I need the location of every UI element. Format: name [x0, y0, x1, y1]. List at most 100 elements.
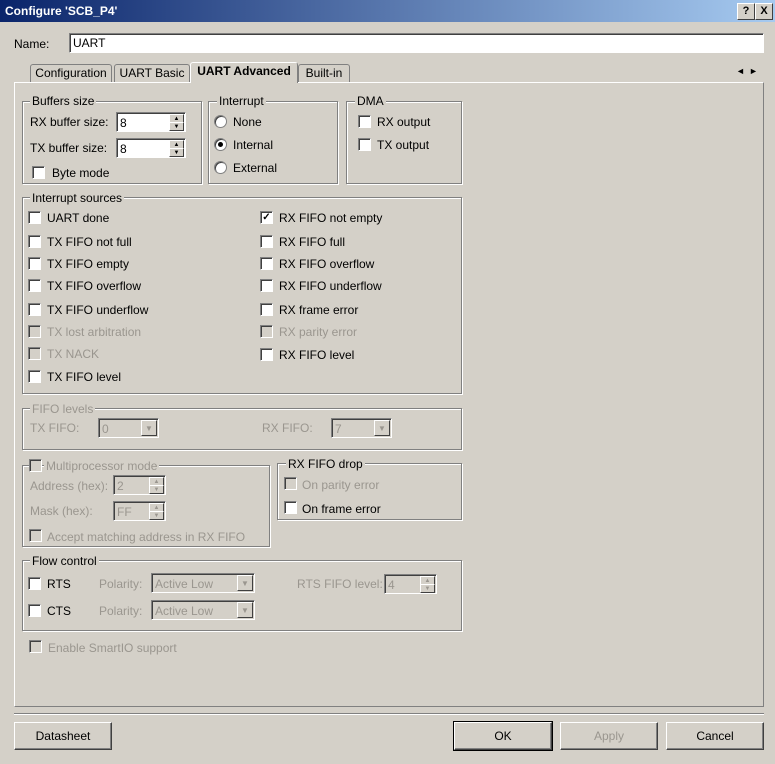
cts-polarity-combo[interactable]: Active Low ▼ — [151, 600, 255, 620]
rts-fifo-level-value: 4 — [388, 578, 395, 592]
spin-down-icon[interactable]: ▼ — [149, 511, 164, 520]
spin-down-icon[interactable]: ▼ — [169, 148, 184, 157]
rx-buffer-label: RX buffer size: — [30, 115, 109, 129]
mask-label: Mask (hex): — [30, 504, 93, 518]
accept-address-label: Accept matching address in RX FIFO — [47, 530, 246, 544]
interrupt-source-label: TX lost arbitration — [47, 325, 142, 339]
buffers-size-title: Buffers size — [30, 94, 97, 108]
multiprocessor-checkbox[interactable] — [29, 459, 42, 472]
flow-control-group — [22, 560, 462, 631]
dma-tx-output-label: TX output — [377, 138, 430, 152]
interrupt-external-radio[interactable] — [214, 161, 227, 174]
spin-down-icon[interactable]: ▼ — [420, 584, 435, 593]
dma-title: DMA — [355, 94, 386, 108]
spin-down-icon[interactable]: ▼ — [169, 122, 184, 131]
interrupt-source-label: TX FIFO overflow — [47, 279, 142, 293]
rts-polarity-label: Polarity: — [99, 577, 143, 591]
interrupt-source-label: RX FIFO full — [279, 235, 346, 249]
rts-checkbox[interactable] — [28, 577, 41, 590]
interrupt-source-label: TX FIFO underflow — [47, 303, 149, 317]
interrupt-source-checkbox[interactable] — [28, 370, 41, 383]
dma-tx-output-checkbox[interactable] — [358, 138, 371, 151]
chevron-down-icon[interactable]: ▼ — [237, 602, 253, 618]
interrupt-source-label: TX FIFO empty — [47, 257, 130, 271]
datasheet-button[interactable]: Datasheet — [14, 722, 112, 750]
tx-buffer-value: 8 — [120, 142, 127, 156]
close-button[interactable]: X — [755, 3, 773, 20]
interrupt-source-checkbox[interactable] — [28, 257, 41, 270]
chevron-down-icon[interactable]: ▼ — [237, 575, 253, 591]
spin-down-icon[interactable]: ▼ — [149, 485, 164, 494]
interrupt-source-label: RX FIFO underflow — [279, 279, 382, 293]
apply-button[interactable]: Apply — [560, 722, 658, 750]
interrupt-internal-radio[interactable] — [214, 138, 227, 151]
mask-value: FF — [117, 505, 132, 519]
interrupt-source-label: RX FIFO overflow — [279, 257, 375, 271]
interrupt-source-checkbox[interactable] — [260, 279, 273, 292]
tx-fifo-combo[interactable]: 0 ▼ — [98, 418, 159, 438]
interrupt-source-checkbox[interactable] — [28, 347, 41, 360]
ok-button[interactable]: OK — [453, 721, 553, 751]
dma-rx-output-checkbox[interactable] — [358, 115, 371, 128]
interrupt-none-radio[interactable] — [214, 115, 227, 128]
on-frame-error-checkbox[interactable] — [284, 501, 297, 514]
interrupt-source-checkbox[interactable] — [28, 235, 41, 248]
cts-polarity-value: Active Low — [155, 604, 214, 618]
interrupt-internal-label: Internal — [233, 138, 274, 152]
tx-buffer-spinbox[interactable]: 8 ▲ ▼ — [116, 138, 186, 158]
tx-buffer-label: TX buffer size: — [30, 141, 108, 155]
cts-checkbox[interactable] — [28, 604, 41, 617]
on-frame-error-label: On frame error — [302, 502, 381, 516]
tx-fifo-label: TX FIFO: — [30, 421, 80, 435]
on-parity-error-checkbox[interactable] — [284, 477, 297, 490]
rts-polarity-combo[interactable]: Active Low ▼ — [151, 573, 255, 593]
tab-built-in[interactable]: Built-in — [298, 64, 350, 82]
mask-spinbox[interactable]: FF ▲ ▼ — [113, 501, 166, 521]
interrupt-source-checkbox[interactable] — [260, 325, 273, 338]
rts-fifo-level-label: RTS FIFO level: — [297, 577, 383, 591]
interrupt-source-checkbox[interactable] — [260, 303, 273, 316]
interrupt-source-checkbox[interactable] — [28, 211, 41, 224]
interrupt-source-checkbox[interactable] — [28, 325, 41, 338]
tab-uart-advanced[interactable]: UART Advanced — [190, 62, 298, 83]
rx-fifo-combo[interactable]: 7 ▼ — [331, 418, 392, 438]
flow-control-title: Flow control — [30, 554, 99, 568]
interrupt-source-label: RX parity error — [279, 325, 358, 339]
interrupt-source-checkbox[interactable] — [28, 279, 41, 292]
rx-fifo-drop-title: RX FIFO drop — [286, 457, 365, 471]
byte-mode-checkbox[interactable] — [32, 166, 45, 179]
interrupt-source-checkbox[interactable] — [260, 235, 273, 248]
accept-address-checkbox[interactable] — [29, 529, 42, 542]
interrupt-source-checkbox[interactable]: ✓ — [260, 211, 273, 224]
smartio-label: Enable SmartIO support — [48, 641, 177, 655]
rx-buffer-spinbox[interactable]: 8 ▲ ▼ — [116, 112, 186, 132]
rts-fifo-level-spinbox[interactable]: 4 ▲ ▼ — [384, 574, 437, 594]
help-button[interactable]: ? — [737, 3, 755, 20]
cancel-button[interactable]: Cancel — [666, 722, 764, 750]
dma-rx-output-label: RX output — [377, 115, 431, 129]
interrupt-source-checkbox[interactable] — [28, 303, 41, 316]
bottom-separator — [14, 713, 764, 715]
tab-scroll-right-icon[interactable]: ► — [749, 66, 758, 76]
name-input-value: UART — [73, 36, 106, 50]
interrupt-none-label: None — [233, 115, 262, 129]
interrupt-source-checkbox[interactable] — [260, 348, 273, 361]
tab-scroll-left-icon[interactable]: ◄ — [736, 66, 745, 76]
rts-label: RTS — [47, 577, 71, 591]
address-spinbox[interactable]: 2 ▲ ▼ — [113, 475, 166, 495]
name-input[interactable]: UART — [69, 33, 764, 53]
tx-fifo-value: 0 — [102, 422, 109, 436]
rx-buffer-value: 8 — [120, 116, 127, 130]
interrupt-sources-title: Interrupt sources — [30, 191, 125, 205]
tab-uart-basic[interactable]: UART Basic — [114, 64, 190, 82]
smartio-checkbox[interactable] — [29, 640, 42, 653]
byte-mode-label: Byte mode — [52, 166, 110, 180]
interrupt-source-checkbox[interactable] — [260, 257, 273, 270]
window-title: Configure 'SCB_P4' — [5, 4, 118, 18]
cts-polarity-label: Polarity: — [99, 604, 143, 618]
rts-polarity-value: Active Low — [155, 577, 214, 591]
chevron-down-icon[interactable]: ▼ — [141, 420, 157, 436]
chevron-down-icon[interactable]: ▼ — [374, 420, 390, 436]
address-value: 2 — [117, 479, 124, 493]
tab-configuration[interactable]: Configuration — [30, 64, 112, 82]
